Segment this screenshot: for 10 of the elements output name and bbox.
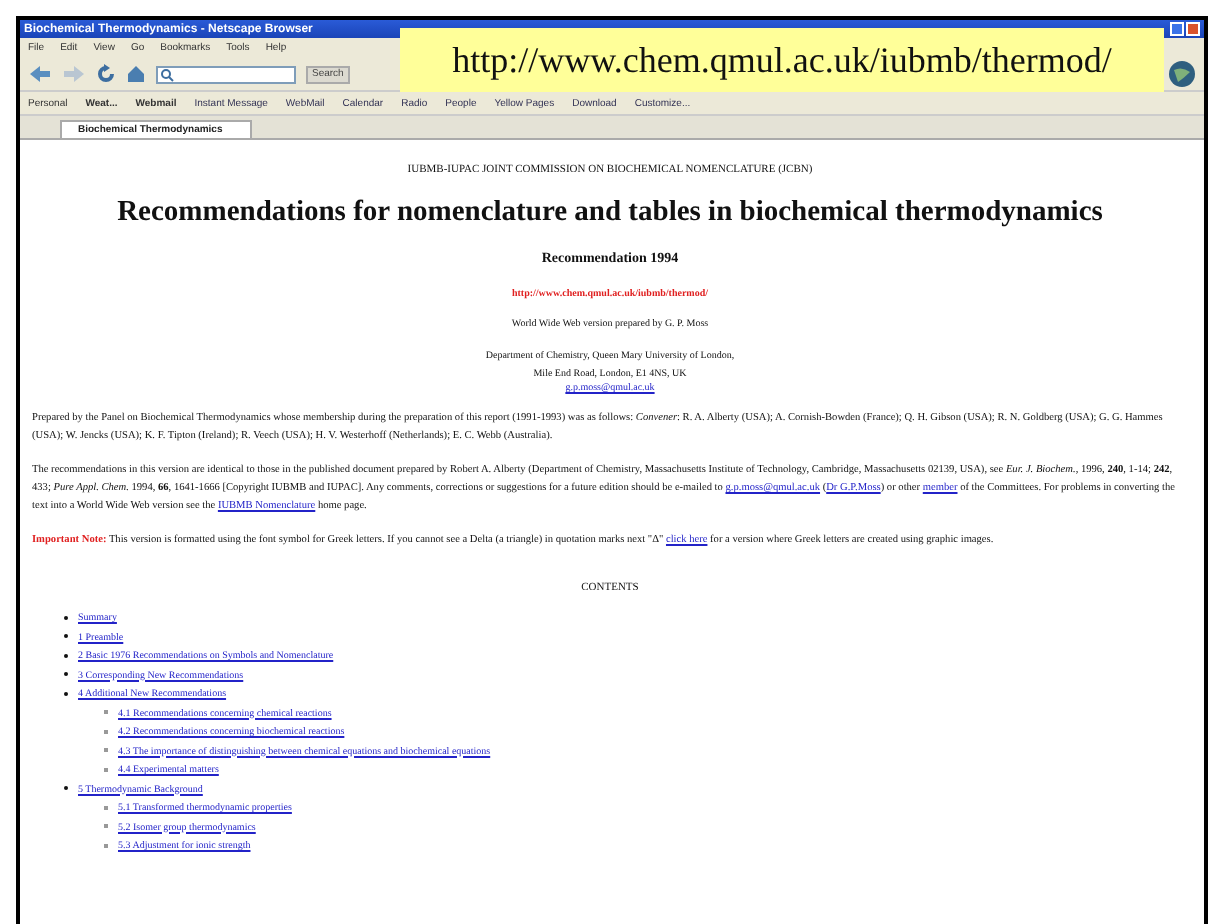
home-icon[interactable]: [126, 64, 146, 84]
reload-icon[interactable]: [96, 64, 116, 84]
search-field[interactable]: [156, 65, 296, 83]
url-callout: http://www.chem.qmul.ac.uk/iubmb/thermod/: [400, 28, 1164, 92]
search-icon: [160, 67, 174, 81]
close-button[interactable]: [1186, 22, 1200, 36]
minimize-button[interactable]: [1170, 22, 1184, 36]
back-icon[interactable]: [28, 64, 52, 84]
globe-icon: [1168, 60, 1196, 88]
page-title: Recommendations for nomenclature and tables in biochemical thermodynamics: [115, 196, 1105, 230]
